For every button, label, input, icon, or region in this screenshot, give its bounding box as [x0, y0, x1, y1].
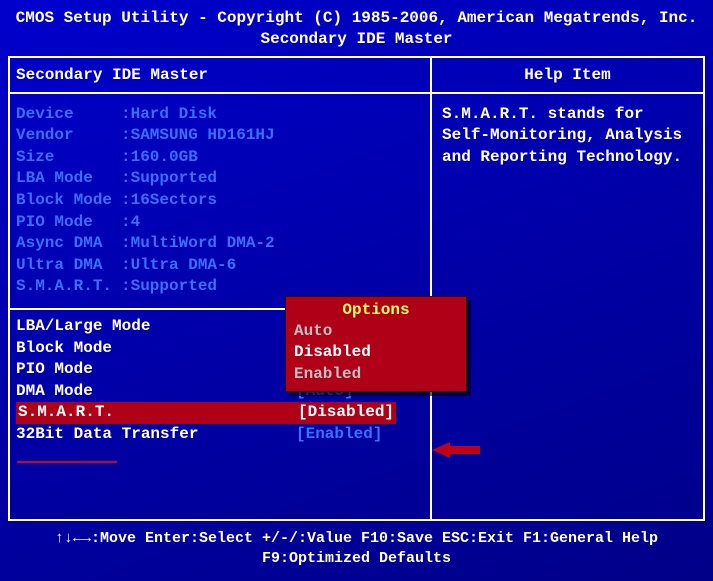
popup-option-enabled[interactable]: Enabled	[294, 364, 462, 386]
popup-option-auto[interactable]: Auto	[294, 321, 462, 343]
title-bar: CMOS Setup Utility - Copyright (C) 1985-…	[0, 4, 713, 52]
footer-line2: F9:Optimized Defaults	[4, 549, 709, 569]
lba-value: :Supported	[121, 168, 217, 190]
setting-label: Block Mode	[16, 338, 296, 360]
setting-value: [Enabled]	[296, 424, 382, 446]
setting-label: DMA Mode	[16, 381, 296, 403]
popup-title: Options	[286, 297, 466, 321]
left-pane: Secondary IDE Master Device:Hard Disk Ve…	[10, 58, 432, 519]
pio-value: :4	[121, 212, 140, 234]
arrow-annotation-icon	[432, 440, 480, 460]
setting-value: [Disabled]	[296, 402, 396, 424]
smart-value: :Supported	[121, 276, 217, 298]
async-label: Async DMA	[16, 233, 121, 255]
setting-label: LBA/Large Mode	[16, 316, 296, 338]
size-value: :160.0GB	[121, 147, 198, 169]
device-value: :Hard Disk	[121, 104, 217, 126]
footer-hints: ↑↓←→:Move Enter:Select +/-/:Value F10:Sa…	[0, 521, 713, 570]
popup-option-disabled[interactable]: Disabled	[294, 342, 462, 364]
device-info: Device:Hard Disk Vendor:SAMSUNG HD161HJ …	[10, 94, 430, 304]
setting-smart[interactable]: S.M.A.R.T.[Disabled]	[16, 402, 424, 424]
options-popup: Options Auto Disabled Enabled	[285, 296, 467, 393]
left-pane-header: Secondary IDE Master	[10, 58, 430, 94]
async-value: :MultiWord DMA-2	[121, 233, 275, 255]
title-line1: CMOS Setup Utility - Copyright (C) 1985-…	[0, 8, 713, 29]
footer-line1: ↑↓←→:Move Enter:Select +/-/:Value F10:Sa…	[4, 529, 709, 549]
size-label: Size	[16, 147, 121, 169]
ultra-value: :Ultra DMA-6	[121, 255, 236, 277]
pio-label: PIO Mode	[16, 212, 121, 234]
setting-label: 32Bit Data Transfer	[16, 424, 296, 446]
setting-label: PIO Mode	[16, 359, 296, 381]
setting-label: S.M.A.R.T.	[16, 402, 296, 424]
block-label: Block Mode	[16, 190, 121, 212]
help-text: S.M.A.R.T. stands for Self-Monitoring, A…	[432, 94, 703, 179]
title-line2: Secondary IDE Master	[0, 29, 713, 50]
main-box: Secondary IDE Master Device:Hard Disk Ve…	[8, 56, 705, 521]
device-label: Device	[16, 104, 121, 126]
lba-label: LBA Mode	[16, 168, 121, 190]
vendor-value: :SAMSUNG HD161HJ	[121, 125, 275, 147]
ultra-label: Ultra DMA	[16, 255, 121, 277]
setting-32bit[interactable]: 32Bit Data Transfer[Enabled]	[16, 424, 424, 446]
block-value: :16Sectors	[121, 190, 217, 212]
underline-annotation	[17, 461, 117, 463]
smart-label: S.M.A.R.T.	[16, 276, 121, 298]
vendor-label: Vendor	[16, 125, 121, 147]
help-header: Help Item	[432, 58, 703, 94]
